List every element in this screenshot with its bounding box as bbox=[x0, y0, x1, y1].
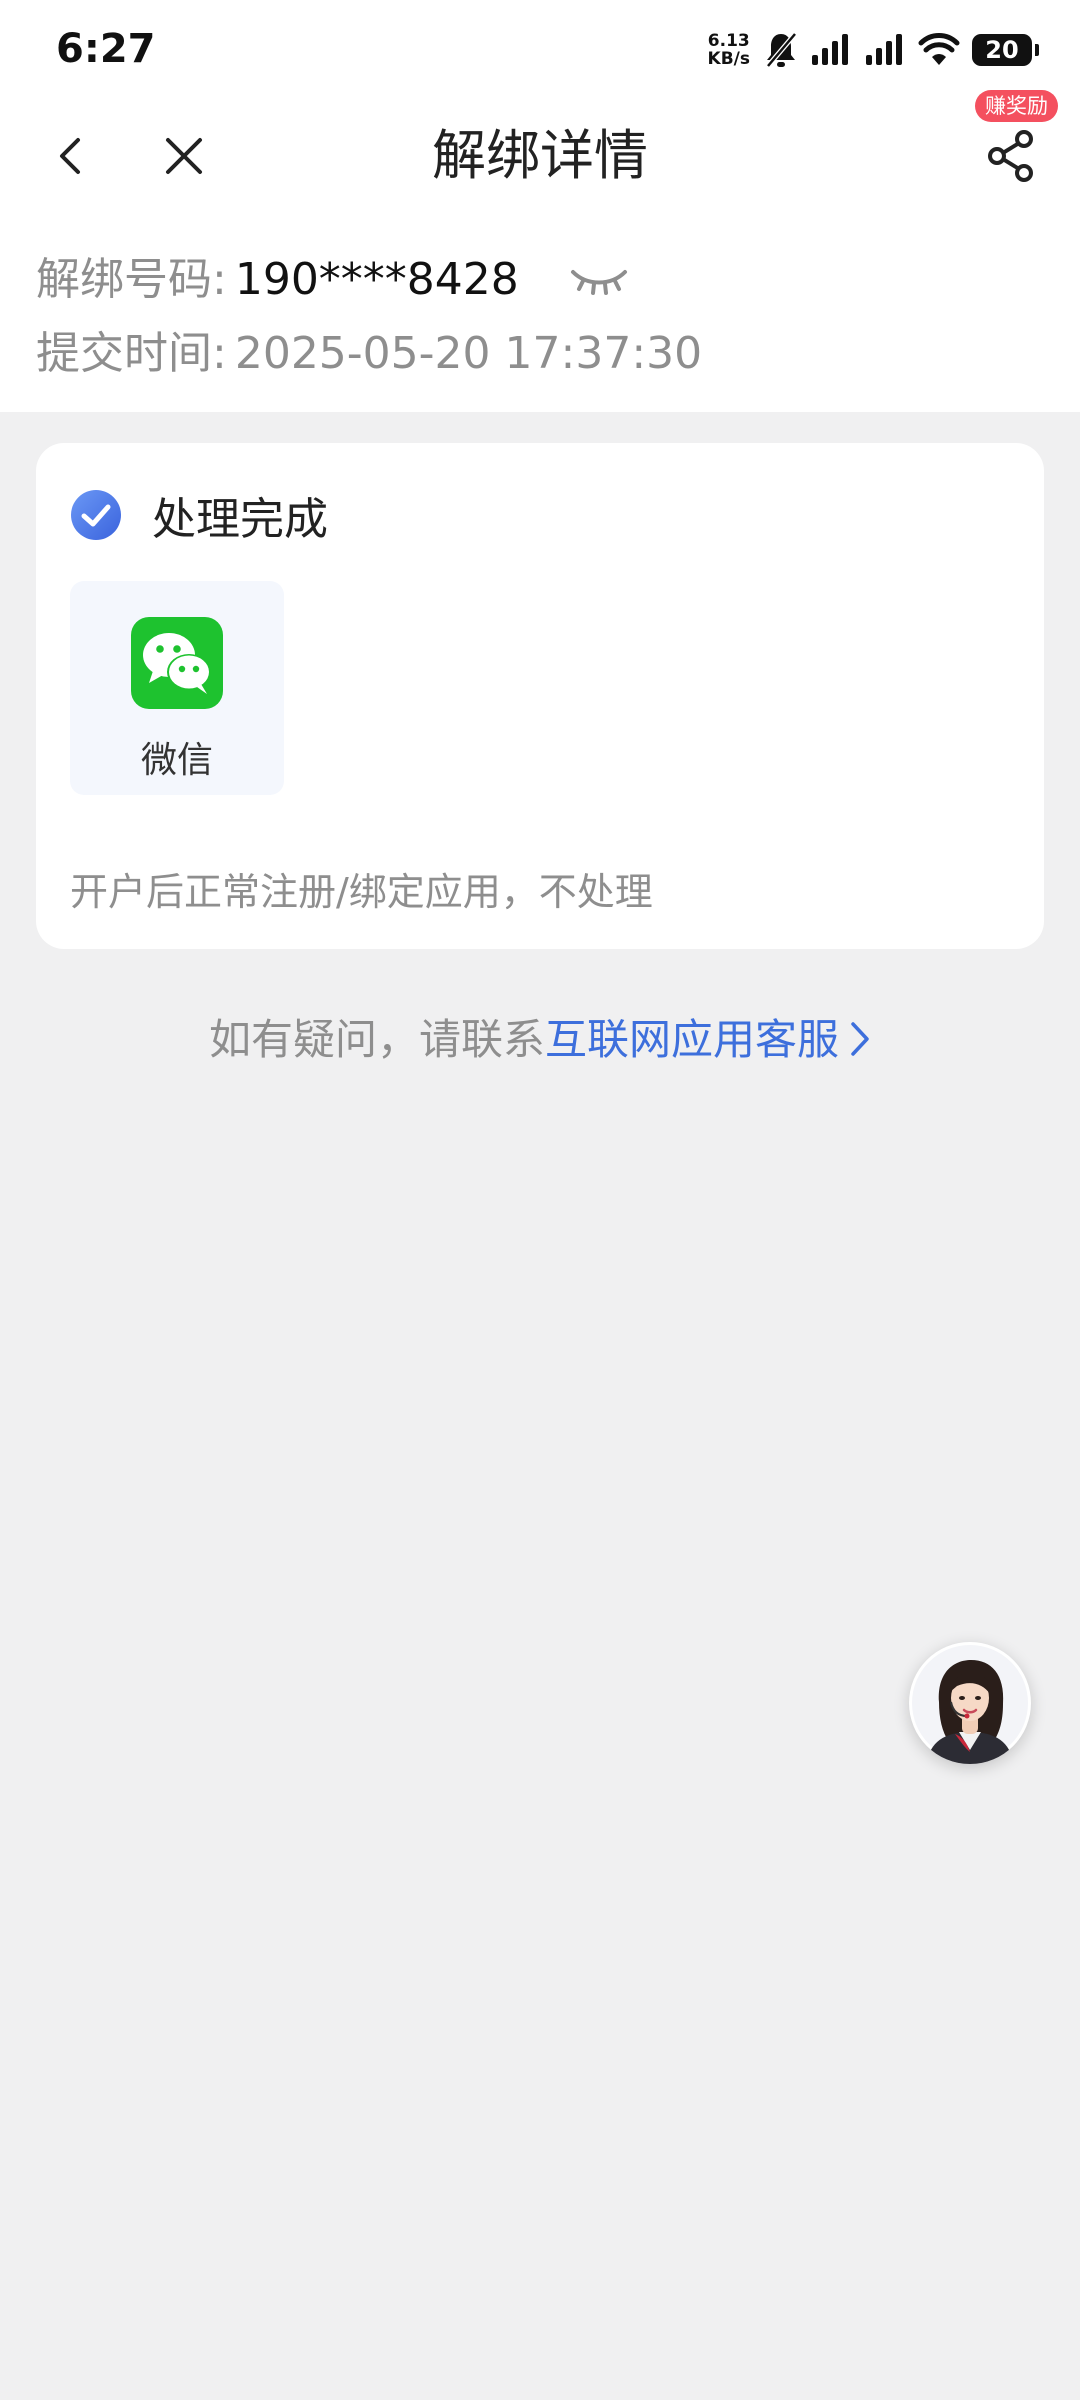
app-name: 微信 bbox=[140, 740, 213, 781]
process-status: 处理完成 bbox=[70, 483, 328, 547]
check-circle-icon bbox=[71, 490, 121, 540]
info-section: 解绑号码: 190****8428 提交时间: 2025-05-20 17:37… bbox=[0, 216, 1080, 412]
unbind-detail-page: 6:27 6.13 KB/s 20 解绑详情 赚奖励 解绑号码: 190****… bbox=[0, 0, 1080, 2400]
page-title: 解绑详情 bbox=[432, 124, 648, 187]
nav-bar: 解绑详情 赚奖励 bbox=[0, 90, 1080, 216]
status-icons: 6.13 KB/s 20 bbox=[708, 28, 1039, 72]
customer-service-avatar[interactable] bbox=[909, 1642, 1031, 1764]
card-note: 开户后正常注册/绑定应用，不处理 bbox=[70, 870, 653, 914]
net-speed-unit: KB/s bbox=[707, 49, 750, 69]
mute-bell-icon bbox=[766, 32, 797, 68]
submit-time-label: 提交时间: bbox=[36, 328, 227, 379]
contact-line: 如有疑问，请联系互联网应用客服 bbox=[0, 1010, 1080, 1070]
agent-avatar-icon bbox=[912, 1645, 1028, 1764]
submit-time-row: 提交时间: 2025-05-20 17:37:30 bbox=[36, 324, 702, 384]
process-status-text: 处理完成 bbox=[152, 494, 328, 545]
contact-prefix: 如有疑问，请联系 bbox=[208, 1015, 545, 1064]
net-speed: 6.13 KB/s bbox=[708, 32, 750, 68]
submit-time-value: 2025-05-20 17:37:30 bbox=[234, 328, 703, 379]
status-time: 6:27 bbox=[56, 26, 156, 72]
reward-badge[interactable]: 赚奖励 bbox=[975, 90, 1058, 122]
signal-icon bbox=[812, 34, 848, 65]
wifi-icon bbox=[918, 33, 960, 65]
eye-closed-icon[interactable] bbox=[569, 260, 629, 300]
unbind-number-value: 190****8428 bbox=[234, 254, 519, 305]
battery-icon: 20 bbox=[972, 34, 1039, 66]
share-icon[interactable] bbox=[978, 122, 1046, 190]
unbind-number-row: 解绑号码: 190****8428 bbox=[36, 250, 629, 310]
signal-icon bbox=[866, 34, 902, 65]
wechat-icon bbox=[131, 617, 223, 709]
unbind-number-label: 解绑号码: bbox=[36, 254, 227, 305]
result-card: 处理完成 微信 开户后正常注册/绑定应用，不处理 bbox=[36, 443, 1044, 949]
chevron-right-icon[interactable] bbox=[849, 1020, 871, 1058]
customer-service-link[interactable]: 互联网应用客服 bbox=[545, 1015, 839, 1064]
app-tile-wechat[interactable]: 微信 bbox=[70, 581, 284, 795]
net-speed-value: 6.13 bbox=[707, 31, 750, 51]
status-bar: 6:27 6.13 KB/s 20 bbox=[0, 0, 1080, 96]
